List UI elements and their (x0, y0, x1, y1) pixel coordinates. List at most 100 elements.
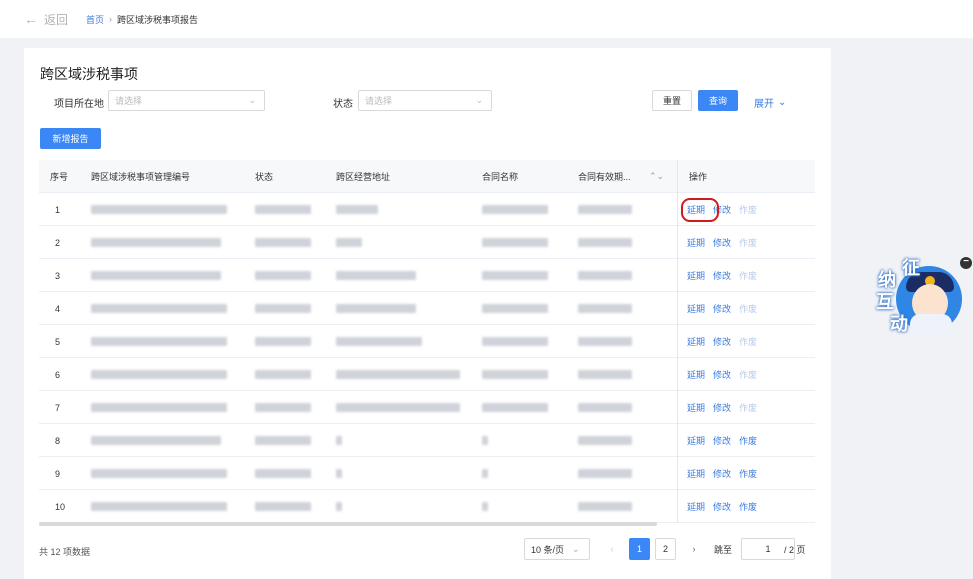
interaction-widget[interactable]: 征 纳 互 动 (872, 256, 968, 340)
modify-link[interactable]: 修改 (713, 500, 731, 513)
redacted-value (255, 403, 311, 412)
row-actions: 延期 修改 作废 (687, 358, 765, 391)
redacted-cell (336, 325, 422, 358)
redacted-value (336, 337, 422, 346)
void-link[interactable]: 作废 (739, 434, 757, 447)
redacted-value (255, 238, 311, 247)
redacted-value (482, 205, 548, 214)
status-select[interactable]: 请选择 ⌄ (358, 90, 492, 111)
reset-button[interactable]: 重置 (652, 90, 692, 111)
void-link[interactable]: 作废 (739, 269, 757, 282)
extend-link[interactable]: 延期 (687, 368, 705, 381)
expand-toggle[interactable]: 展开 ⌄ (754, 95, 786, 110)
extend-link[interactable]: 延期 (687, 500, 705, 513)
redacted-cell (482, 490, 488, 523)
redacted-value (336, 370, 460, 379)
breadcrumb-separator-icon: › (109, 14, 113, 24)
redacted-value (336, 469, 342, 478)
redacted-cell (336, 259, 416, 292)
redacted-cell (482, 325, 548, 358)
extend-link[interactable]: 延期 (687, 467, 705, 480)
redacted-value (482, 271, 548, 280)
extend-link[interactable]: 延期 (680, 198, 720, 222)
redacted-value (578, 271, 632, 280)
extend-link[interactable]: 延期 (687, 335, 705, 348)
extend-link[interactable]: 延期 (687, 434, 705, 447)
redacted-value (255, 205, 311, 214)
row-index: 9 (55, 468, 61, 479)
redacted-value (578, 337, 632, 346)
chevron-down-icon: ⌄ (248, 95, 256, 105)
page-button-1[interactable]: 1 (629, 538, 650, 560)
void-link[interactable]: 作废 (739, 302, 757, 315)
row-actions: 延期 修改 作废 (687, 391, 765, 424)
breadcrumb-current: 跨区域涉税事项报告 (117, 14, 199, 25)
sort-icon[interactable]: ⌃⌄ (649, 160, 664, 193)
void-link[interactable]: 作废 (739, 236, 757, 249)
location-select-placeholder: 请选择 (115, 96, 143, 106)
redacted-cell (336, 391, 460, 424)
redacted-cell (578, 358, 632, 391)
modify-link[interactable]: 修改 (713, 368, 731, 381)
new-report-button[interactable]: 新增报告 (40, 128, 101, 149)
void-link[interactable]: 作废 (739, 203, 757, 216)
prev-page-icon[interactable]: ‹ (605, 538, 619, 560)
collapse-widget-icon[interactable]: − (960, 257, 972, 269)
back-button[interactable]: ← 返回 (24, 11, 68, 28)
table-row: 10 延期 修改 作废 (39, 490, 815, 523)
table-row: 1 延期 修改 作废 (39, 193, 815, 226)
extend-link[interactable]: 延期 (687, 401, 705, 414)
redacted-cell (91, 490, 227, 523)
modify-link[interactable]: 修改 (713, 434, 731, 447)
modify-link[interactable]: 修改 (713, 302, 731, 315)
extend-link[interactable]: 延期 (687, 269, 705, 282)
redacted-cell (578, 490, 632, 523)
modify-link[interactable]: 修改 (713, 236, 731, 249)
redacted-cell (255, 424, 311, 457)
mascot-body (910, 314, 952, 334)
row-actions: 延期 修改 作废 (680, 193, 765, 226)
redacted-cell (336, 193, 378, 226)
redacted-value (336, 304, 416, 313)
redacted-value (482, 469, 488, 478)
modify-link[interactable]: 修改 (713, 269, 731, 282)
location-filter-label: 项目所在地 (54, 99, 104, 110)
widget-char: 征 (902, 258, 920, 279)
redacted-value (255, 436, 311, 445)
page-button-2[interactable]: 2 (655, 538, 676, 560)
breadcrumb: 首页 › 跨区域涉税事项报告 (86, 13, 198, 26)
modify-link[interactable]: 修改 (713, 335, 731, 348)
void-link[interactable]: 作废 (739, 500, 757, 513)
redacted-cell (578, 424, 632, 457)
page-title: 跨区域涉税事项 (40, 66, 138, 82)
table-body: 1 延期 修改 作废 2 延期 修改 作废 3 延期 修改 作废 4 延期 修改 作废 5 延期 修改 作废 6 延期 修改… (39, 193, 815, 523)
void-link[interactable]: 作废 (739, 467, 757, 480)
redacted-cell (91, 193, 227, 226)
redacted-value (91, 238, 221, 247)
location-select[interactable]: 请选择 ⌄ (108, 90, 265, 111)
redacted-cell (91, 457, 227, 490)
redacted-value (578, 403, 632, 412)
next-page-icon[interactable]: › (687, 538, 701, 560)
expand-label: 展开 (754, 99, 774, 110)
header-status: 状态 (255, 172, 274, 182)
void-link[interactable]: 作废 (739, 401, 757, 414)
row-index: 8 (55, 435, 61, 446)
modify-link[interactable]: 修改 (713, 401, 731, 414)
void-link[interactable]: 作废 (739, 335, 757, 348)
search-button[interactable]: 查询 (698, 90, 738, 111)
void-link[interactable]: 作废 (739, 368, 757, 381)
horizontal-scrollbar[interactable] (39, 522, 657, 526)
redacted-value (578, 469, 632, 478)
modify-link[interactable]: 修改 (713, 467, 731, 480)
redacted-value (255, 502, 311, 511)
row-index: 7 (55, 402, 61, 413)
redacted-value (578, 238, 632, 247)
extend-link[interactable]: 延期 (687, 236, 705, 249)
redacted-value (336, 238, 362, 247)
page-size-select[interactable]: 10 条/页 ⌄ (524, 538, 590, 560)
header-contract-name: 合同名称 (482, 172, 519, 182)
breadcrumb-home-link[interactable]: 首页 (86, 13, 104, 26)
redacted-cell (336, 358, 460, 391)
extend-link[interactable]: 延期 (687, 302, 705, 315)
